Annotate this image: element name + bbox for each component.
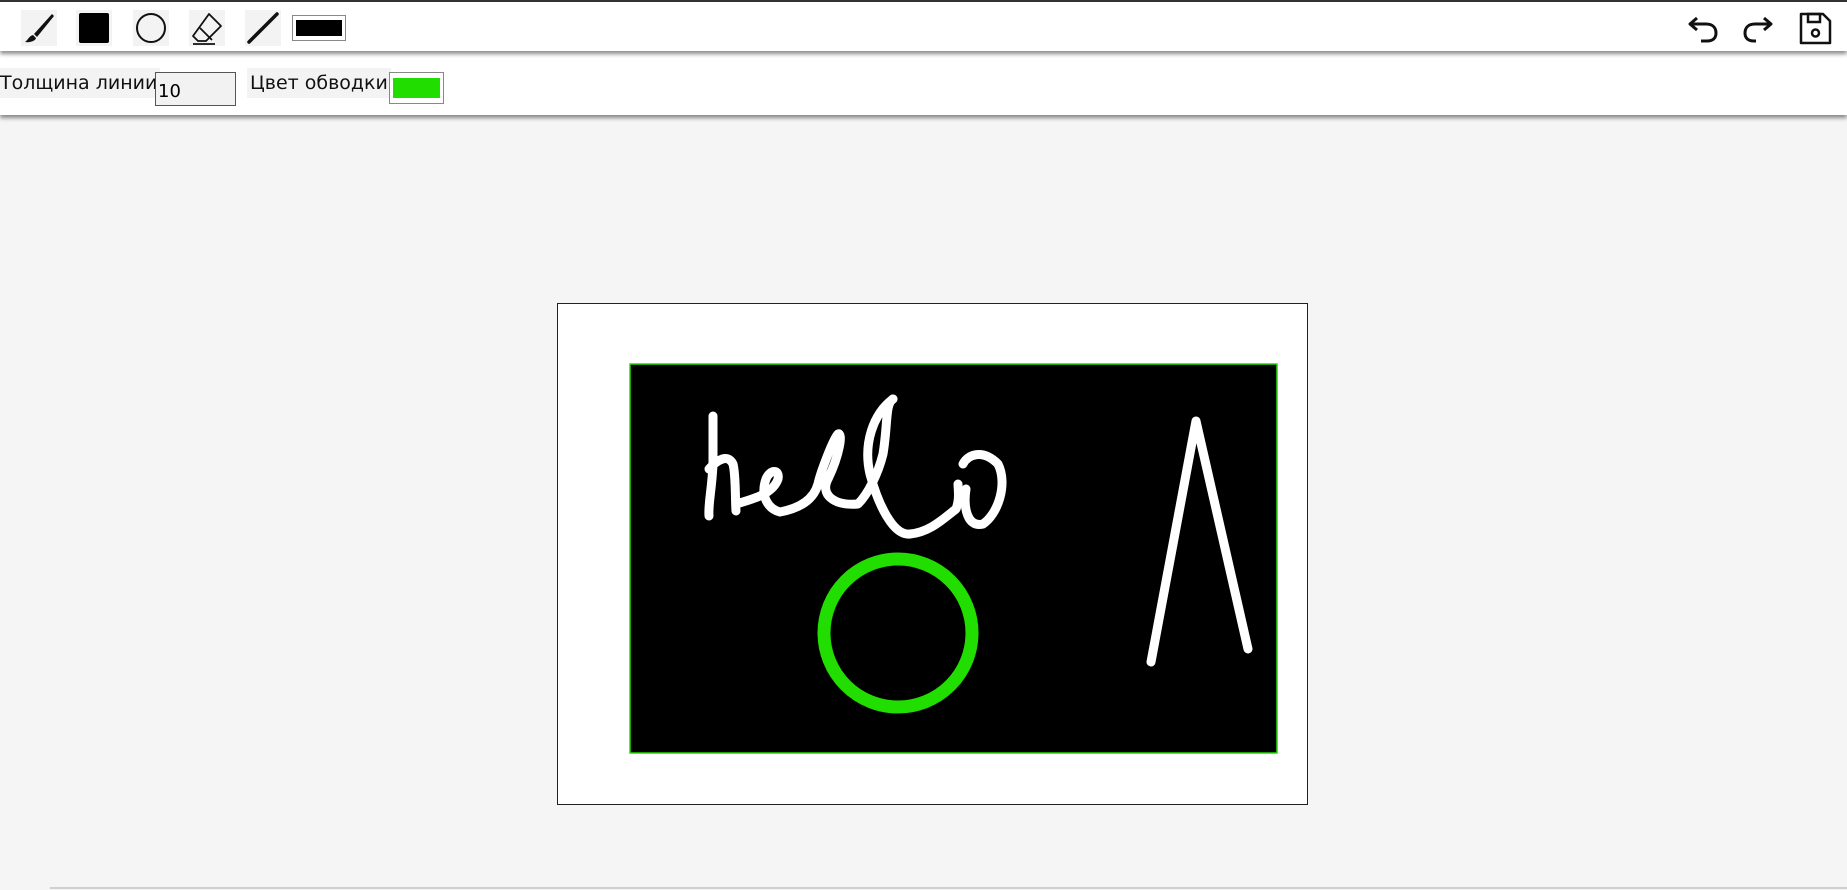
drawn-rectangle bbox=[629, 363, 1278, 754]
eraser-tool[interactable] bbox=[189, 10, 225, 46]
canvas-drawing bbox=[629, 363, 1278, 754]
line-tool[interactable] bbox=[245, 10, 281, 46]
circle-icon bbox=[136, 13, 166, 43]
brush-tool[interactable] bbox=[21, 10, 57, 46]
bottom-divider bbox=[50, 887, 1847, 889]
line-icon bbox=[247, 12, 279, 44]
stroke-color-label: Цвет обводки bbox=[247, 68, 391, 98]
drawing-canvas[interactable] bbox=[557, 303, 1308, 805]
rectangle-tool[interactable] bbox=[76, 10, 112, 46]
circle-tool[interactable] bbox=[133, 10, 169, 46]
save-icon bbox=[1799, 12, 1832, 45]
brush-icon bbox=[25, 14, 54, 43]
redo-button[interactable] bbox=[1738, 8, 1778, 48]
filled-square-icon bbox=[79, 13, 109, 43]
redo-icon bbox=[1743, 16, 1773, 43]
line-width-input[interactable] bbox=[155, 72, 236, 106]
fill-color-picker[interactable] bbox=[292, 15, 346, 41]
eraser-icon bbox=[192, 13, 222, 45]
fill-color-swatch bbox=[296, 20, 342, 36]
undo-button[interactable] bbox=[1683, 8, 1723, 48]
main-toolbar bbox=[0, 0, 1847, 51]
undo-icon bbox=[1688, 16, 1718, 43]
stroke-color-swatch bbox=[393, 78, 440, 98]
options-bar: Толщина линии Цвет обводки bbox=[0, 51, 1847, 115]
save-button[interactable] bbox=[1795, 8, 1835, 48]
line-width-label: Толщина линии bbox=[0, 68, 161, 98]
stroke-color-picker[interactable] bbox=[389, 72, 444, 104]
